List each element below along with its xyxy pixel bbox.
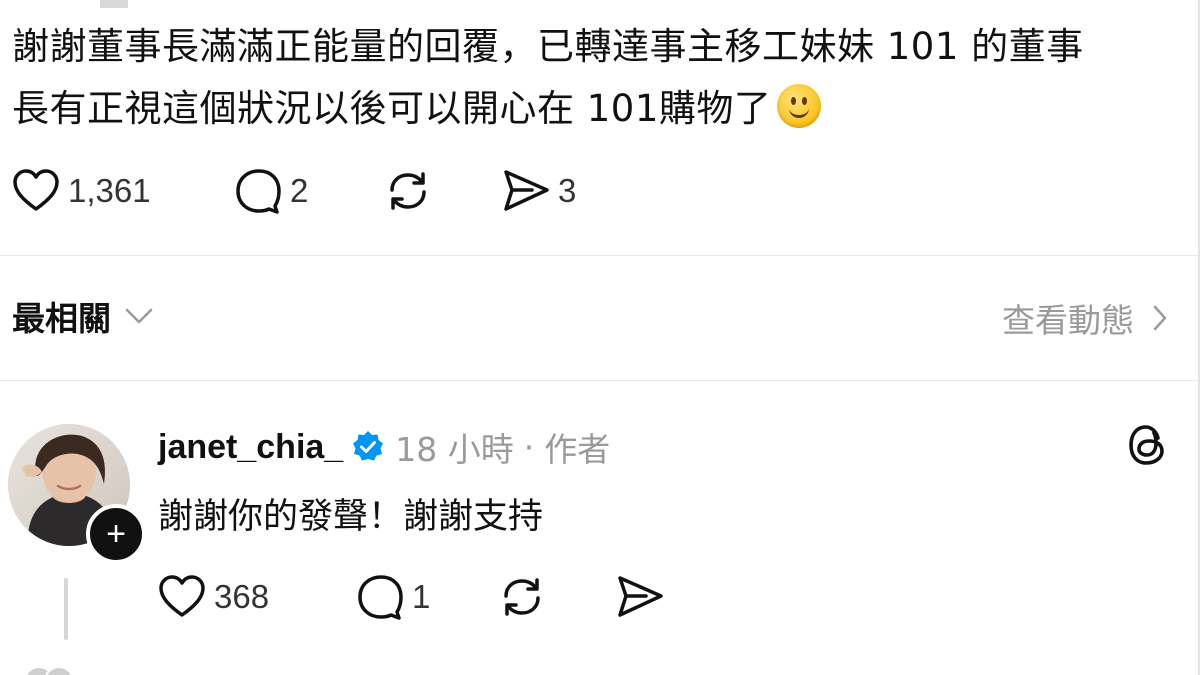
reply-like-count: 368 (214, 578, 270, 615)
reply-comment-button[interactable]: 1 (356, 574, 498, 620)
share-button[interactable]: 3 (502, 168, 576, 214)
follow-button[interactable]: + (86, 504, 146, 564)
repost-icon (390, 172, 426, 210)
reply-repost-button[interactable] (498, 574, 616, 620)
send-icon (504, 170, 549, 211)
reply-header: janet_chia_ 18 小時 · 作者 (158, 424, 610, 470)
sort-label: 最相關 (12, 299, 111, 338)
share-count: 3 (558, 172, 577, 209)
post-text-line-2: 長有正視這個狀況以後可以開心在 101購物了 (12, 78, 1182, 140)
author-label: 作者 (544, 430, 611, 469)
divider-bottom (0, 380, 1198, 381)
post-text: 謝謝董事長滿滿正能量的回覆，已轉達事主移工妹妹 101 的董事 長有正視這個狀況… (12, 16, 1182, 140)
divider-top (0, 255, 1198, 256)
threads-post-view: 謝謝董事長滿滿正能量的回覆，已轉達事主移工妹妹 101 的董事 長有正視這個狀況… (0, 0, 1200, 675)
comment-bubble-icon (358, 575, 403, 620)
like-count: 1,361 (68, 172, 151, 209)
comment-bubble-icon (236, 169, 281, 214)
post-action-bar: 1,361 2 3 (12, 166, 576, 216)
threads-logo-icon[interactable] (1126, 422, 1168, 468)
thread-connector-line (64, 578, 68, 640)
comment-button[interactable]: 2 (234, 168, 384, 214)
heart-icon (159, 575, 205, 617)
reply-username[interactable]: janet_chia_ (158, 428, 343, 467)
comment-count: 2 (290, 172, 309, 209)
view-activity-link[interactable]: 查看動態 (1002, 294, 1168, 342)
send-icon (618, 576, 663, 617)
chevron-down-icon (125, 308, 153, 324)
reply-time: 18 小時 (395, 430, 514, 469)
verified-badge-icon (353, 431, 384, 461)
chevron-right-icon (1153, 305, 1167, 331)
post-text-line-1: 謝謝董事長滿滿正能量的回覆，已轉達事主移工妹妹 101 的董事 (12, 25, 1084, 68)
reply-action-bar: 368 1 (158, 572, 664, 622)
next-reply-avatars (24, 666, 94, 675)
smiling-face-emoji-icon (777, 84, 822, 128)
cropped-fragment (100, 0, 128, 8)
heart-icon (13, 169, 59, 211)
reply-share-button[interactable] (616, 574, 664, 620)
view-activity-label: 查看動態 (1002, 301, 1134, 340)
post-text-line-2-text: 長有正視這個狀況以後可以開心在 101購物了 (12, 87, 772, 130)
reply-text: 謝謝你的發聲！謝謝支持 (158, 497, 544, 537)
reply-avatar-wrap: + (8, 424, 146, 564)
sort-dropdown[interactable]: 最相關 (12, 292, 153, 340)
reply-comment-count: 1 (412, 578, 431, 615)
reply-like-button[interactable]: 368 (158, 574, 356, 620)
like-button[interactable]: 1,361 (12, 168, 234, 214)
repost-icon (504, 578, 540, 616)
repost-button[interactable] (384, 168, 502, 214)
reply-separator: · (523, 427, 535, 467)
